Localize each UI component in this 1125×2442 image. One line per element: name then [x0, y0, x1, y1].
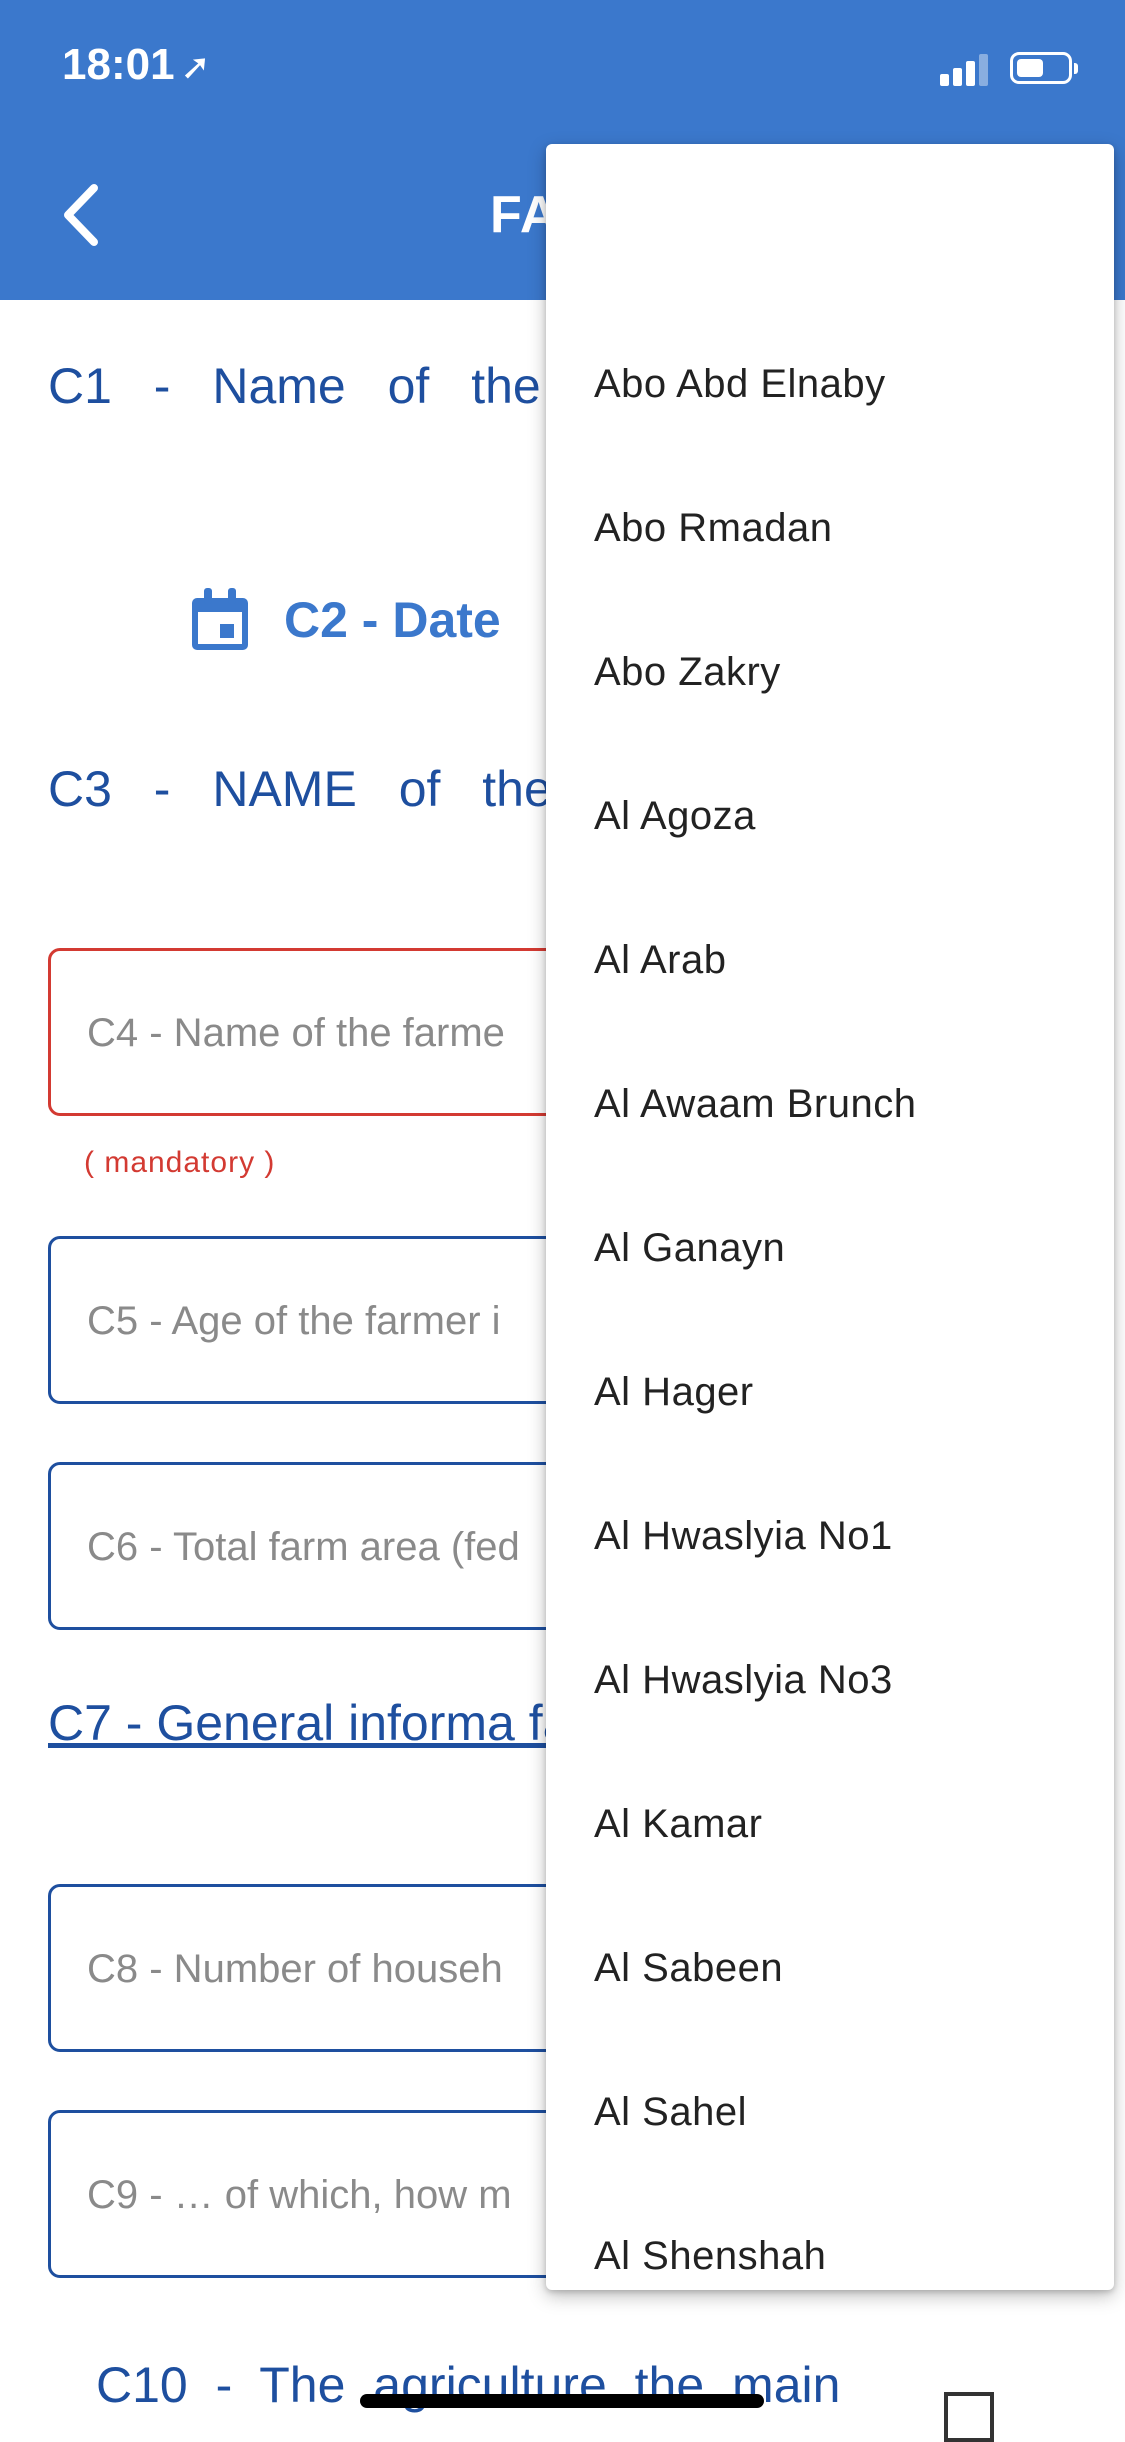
- calendar-icon: [192, 588, 248, 650]
- mandatory-hint: ( mandatory ): [84, 1146, 276, 1179]
- status-time-text: 18:01: [62, 40, 175, 89]
- c2-date-picker[interactable]: C2 - Date: [190, 580, 501, 660]
- cellular-signal-icon: [940, 52, 988, 86]
- c2-date-label: C2 - Date: [284, 592, 501, 648]
- back-chevron-icon[interactable]: [56, 180, 106, 250]
- dropdown-option[interactable]: Al Sahel: [546, 2040, 1114, 2184]
- dropdown-option[interactable]: Al Kamar: [546, 1752, 1114, 1896]
- dropdown-option[interactable]: Al Awaam Brunch: [546, 1032, 1114, 1176]
- dropdown-option[interactable]: Al Agoza: [546, 744, 1114, 888]
- dropdown-option[interactable]: Al Shenshah: [546, 2184, 1114, 2290]
- dropdown-option[interactable]: [546, 144, 1114, 276]
- dropdown-option[interactable]: Abo Zakry: [546, 600, 1114, 744]
- dropdown-option[interactable]: Al Sabeen: [546, 1896, 1114, 2040]
- dropdown-option[interactable]: Al Hager: [546, 1320, 1114, 1464]
- dropdown-option[interactable]: Abo Rmadan: [546, 456, 1114, 600]
- c10-checkbox[interactable]: [944, 2392, 994, 2442]
- dropdown-option[interactable]: Al Arab: [546, 888, 1114, 1032]
- dropdown-option[interactable]: Al Hwaslyia No1: [546, 1464, 1114, 1608]
- dropdown-option[interactable]: Abo Abd Elnaby: [546, 312, 1114, 456]
- dropdown-option[interactable]: Al Hwaslyia No3: [546, 1608, 1114, 1752]
- battery-icon: [1010, 52, 1078, 84]
- wua-dropdown-menu[interactable]: Abo Abd Elnaby Abo Rmadan Abo Zakry Al Agoz…: [546, 144, 1114, 2290]
- status-time: 18:01 ➚: [62, 40, 211, 90]
- dropdown-option[interactable]: Al Ganayn: [546, 1176, 1114, 1320]
- home-indicator: [360, 2394, 764, 2408]
- location-arrow-icon: ➚: [180, 46, 211, 87]
